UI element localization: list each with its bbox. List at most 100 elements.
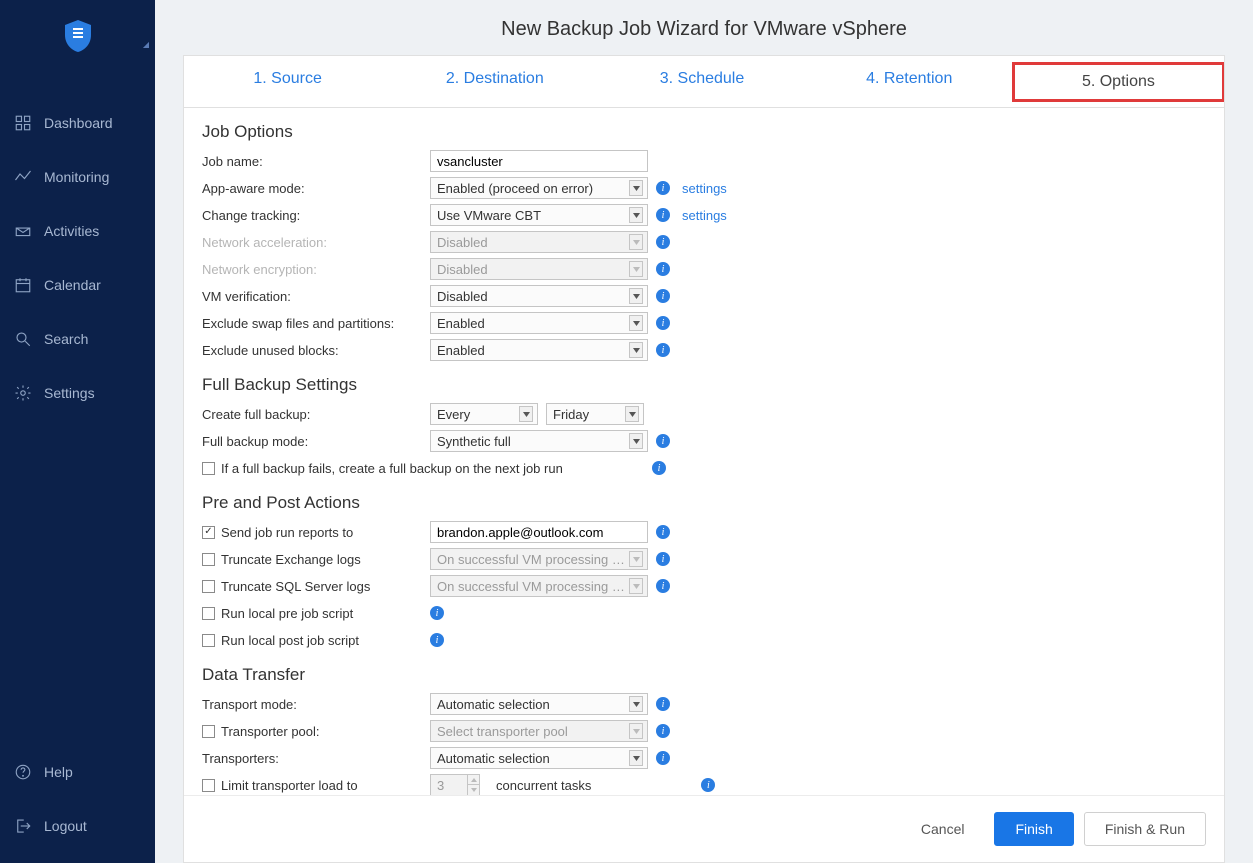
trunc-sql-row: Truncate SQL Server logs xyxy=(202,579,430,594)
info-icon[interactable]: i xyxy=(656,181,670,195)
sidebar-item-search[interactable]: Search xyxy=(0,312,155,366)
chevron-down-icon xyxy=(629,207,643,223)
chevron-down-icon xyxy=(629,696,643,712)
finish-run-button[interactable]: Finish & Run xyxy=(1084,812,1206,846)
chevron-down-icon xyxy=(629,288,643,304)
full-fail-row: If a full backup fails, create a full ba… xyxy=(202,461,563,476)
label-app-aware: App-aware mode: xyxy=(202,181,430,196)
label-run-post: Run local post job script xyxy=(221,633,359,648)
info-icon[interactable]: i xyxy=(656,343,670,357)
info-icon[interactable]: i xyxy=(430,633,444,647)
logo: ◢ xyxy=(0,18,155,54)
chevron-down-icon xyxy=(629,433,643,449)
sidebar-item-calendar[interactable]: Calendar xyxy=(0,258,155,312)
sidebar-item-logout[interactable]: Logout xyxy=(0,799,155,853)
sidebar-item-activities[interactable]: Activities xyxy=(0,204,155,258)
info-icon[interactable]: i xyxy=(656,434,670,448)
send-reports-row: Send job run reports to xyxy=(202,525,430,540)
limit-load-checkbox[interactable] xyxy=(202,779,215,792)
vm-verification-select[interactable]: Disabled xyxy=(430,285,648,307)
finish-button[interactable]: Finish xyxy=(994,812,1073,846)
label-full-fail: If a full backup fails, create a full ba… xyxy=(221,461,563,476)
change-tracking-settings-link[interactable]: settings xyxy=(682,208,727,223)
sidebar-item-help[interactable]: Help xyxy=(0,745,155,799)
label-trunc-sql: Truncate SQL Server logs xyxy=(221,579,370,594)
label-send-reports: Send job run reports to xyxy=(221,525,353,540)
tab-destination[interactable]: 2. Destination xyxy=(391,56,598,107)
reports-email-input[interactable] xyxy=(430,521,648,543)
sidebar-item-dashboard[interactable]: Dashboard xyxy=(0,96,155,150)
label-job-name: Job name: xyxy=(202,154,430,169)
app-aware-select[interactable]: Enabled (proceed on error) xyxy=(430,177,648,199)
trunc-sql-select: On successful VM processing only xyxy=(430,575,648,597)
label-transporters: Transporters: xyxy=(202,751,430,766)
create-full-day-select[interactable]: Friday xyxy=(546,403,644,425)
full-mode-select[interactable]: Synthetic full xyxy=(430,430,648,452)
sidebar-item-label: Monitoring xyxy=(44,169,109,185)
info-icon[interactable]: i xyxy=(656,579,670,593)
info-icon[interactable]: i xyxy=(656,235,670,249)
shield-icon xyxy=(63,18,93,54)
info-icon[interactable]: i xyxy=(656,289,670,303)
run-pre-checkbox[interactable] xyxy=(202,607,215,620)
exclude-unused-select[interactable]: Enabled xyxy=(430,339,648,361)
chevron-down-icon xyxy=(629,578,643,594)
trunc-exch-row: Truncate Exchange logs xyxy=(202,552,430,567)
tab-retention[interactable]: 4. Retention xyxy=(806,56,1013,107)
label-full-mode: Full backup mode: xyxy=(202,434,430,449)
sidebar-item-monitoring[interactable]: Monitoring xyxy=(0,150,155,204)
help-icon xyxy=(14,763,32,781)
info-icon[interactable]: i xyxy=(430,606,444,620)
job-name-input[interactable] xyxy=(430,150,648,172)
tab-source[interactable]: 1. Source xyxy=(184,56,391,107)
section-pre-post: Pre and Post Actions xyxy=(202,493,1206,513)
info-icon[interactable]: i xyxy=(656,316,670,330)
label-network-acceleration: Network acceleration: xyxy=(202,235,430,250)
cancel-button[interactable]: Cancel xyxy=(901,812,985,846)
info-icon[interactable]: i xyxy=(656,751,670,765)
label-transporter-pool: Transporter pool: xyxy=(221,724,320,739)
wizard-tabs: 1. Source 2. Destination 3. Schedule 4. … xyxy=(184,56,1224,108)
create-full-every-select[interactable]: Every xyxy=(430,403,538,425)
transport-mode-select[interactable]: Automatic selection xyxy=(430,693,648,715)
monitoring-icon xyxy=(14,168,32,186)
info-icon[interactable]: i xyxy=(656,724,670,738)
expand-icon[interactable]: ◢ xyxy=(143,40,149,49)
run-post-checkbox[interactable] xyxy=(202,634,215,647)
section-job-options: Job Options xyxy=(202,122,1206,142)
page-title: New Backup Job Wizard for VMware vSphere xyxy=(155,0,1253,55)
network-acceleration-select: Disabled xyxy=(430,231,648,253)
section-full-backup: Full Backup Settings xyxy=(202,375,1206,395)
transporters-select[interactable]: Automatic selection xyxy=(430,747,648,769)
gear-icon xyxy=(14,384,32,402)
info-icon[interactable]: i xyxy=(652,461,666,475)
trunc-exch-checkbox[interactable] xyxy=(202,553,215,566)
info-icon[interactable]: i xyxy=(656,552,670,566)
full-fail-checkbox[interactable] xyxy=(202,462,215,475)
info-icon[interactable]: i xyxy=(701,778,715,792)
label-network-encryption: Network encryption: xyxy=(202,262,430,277)
label-concurrent: concurrent tasks xyxy=(496,778,591,793)
sidebar-item-settings[interactable]: Settings xyxy=(0,366,155,420)
info-icon[interactable]: i xyxy=(656,208,670,222)
sidebar-item-label: Calendar xyxy=(44,277,101,293)
info-icon[interactable]: i xyxy=(656,697,670,711)
dashboard-icon xyxy=(14,114,32,132)
label-vm-verification: VM verification: xyxy=(202,289,430,304)
exclude-swap-select[interactable]: Enabled xyxy=(430,312,648,334)
label-exclude-unused: Exclude unused blocks: xyxy=(202,343,430,358)
chevron-down-icon xyxy=(629,750,643,766)
run-pre-row: Run local pre job script xyxy=(202,606,430,621)
info-icon[interactable]: i xyxy=(656,525,670,539)
transporter-pool-checkbox[interactable] xyxy=(202,725,215,738)
chevron-down-icon xyxy=(629,315,643,331)
info-icon[interactable]: i xyxy=(656,262,670,276)
change-tracking-select[interactable]: Use VMware CBT xyxy=(430,204,648,226)
transporter-pool-row: Transporter pool: xyxy=(202,724,430,739)
app-aware-settings-link[interactable]: settings xyxy=(682,181,727,196)
send-reports-checkbox[interactable] xyxy=(202,526,215,539)
trunc-sql-checkbox[interactable] xyxy=(202,580,215,593)
tab-schedule[interactable]: 3. Schedule xyxy=(598,56,805,107)
tab-options[interactable]: 5. Options xyxy=(1012,62,1225,102)
chevron-down-icon xyxy=(629,551,643,567)
